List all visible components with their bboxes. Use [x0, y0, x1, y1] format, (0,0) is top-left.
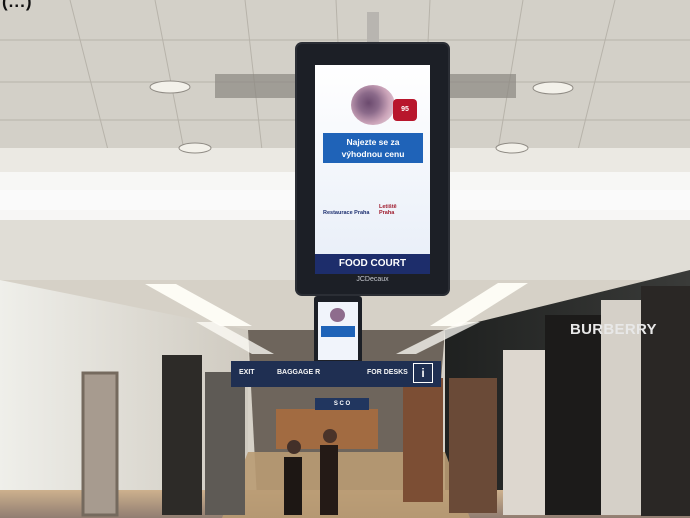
storefront-sign: BURBERRY	[570, 321, 657, 338]
secondary-promo	[321, 326, 355, 337]
left-door	[81, 371, 119, 517]
airport-logo-bottom: Praha	[379, 210, 395, 216]
screen-mount	[367, 12, 379, 46]
secondary-food-image	[330, 308, 345, 322]
shop-interior	[403, 378, 443, 502]
exit-sign: EXIT	[239, 369, 255, 376]
restaurant-logo: Restaurace Praha	[323, 210, 370, 216]
desks-sign: FOR DESKS	[367, 369, 408, 376]
food-bowl-image	[351, 85, 395, 125]
ceiling-vent-left	[215, 74, 299, 98]
promo-headline: Najezte se za	[346, 137, 400, 147]
baggage-sign: BAGGAGE R	[277, 369, 321, 376]
price-badge: 95	[393, 99, 417, 121]
promo-banner: Najezte se za výhodnou cenu	[323, 133, 423, 163]
left-shop	[205, 372, 245, 515]
food-court-label: FOOD COURT	[315, 254, 430, 274]
person	[320, 445, 338, 515]
overhead-direction-sign: EXIT BAGGAGE R FOR DESKS i	[231, 361, 441, 387]
right-shop	[449, 378, 497, 513]
airport-food-court-photo: (...) 95 Najezte se za výhodnou cenu Res…	[0, 0, 690, 518]
digital-display: 95 Najezte se za výhodnou cenu Restaurac…	[297, 44, 448, 294]
info-sign: i	[413, 363, 433, 383]
right-shop	[503, 350, 545, 515]
small-corridor-sign: S C O	[315, 398, 369, 410]
ceiling-light	[532, 81, 574, 95]
person-head	[287, 440, 301, 454]
ceiling-light	[178, 142, 212, 154]
ceiling-light	[149, 80, 191, 94]
ceiling-vent-right	[446, 74, 516, 98]
person-head	[323, 429, 337, 443]
right-shop	[545, 315, 601, 515]
airport-logo: Letiště Praha	[379, 204, 397, 216]
jcdecaux-label: JCDecaux	[356, 276, 389, 283]
promo-subhead: výhodnou cenu	[341, 149, 405, 159]
display-content: 95 Najezte se za výhodnou cenu Restaurac…	[315, 65, 430, 270]
caption-fragment: (...)	[2, 0, 33, 11]
ceiling-light	[495, 142, 529, 154]
left-shop	[162, 355, 202, 515]
secondary-display-content	[318, 302, 358, 360]
person	[284, 457, 302, 515]
